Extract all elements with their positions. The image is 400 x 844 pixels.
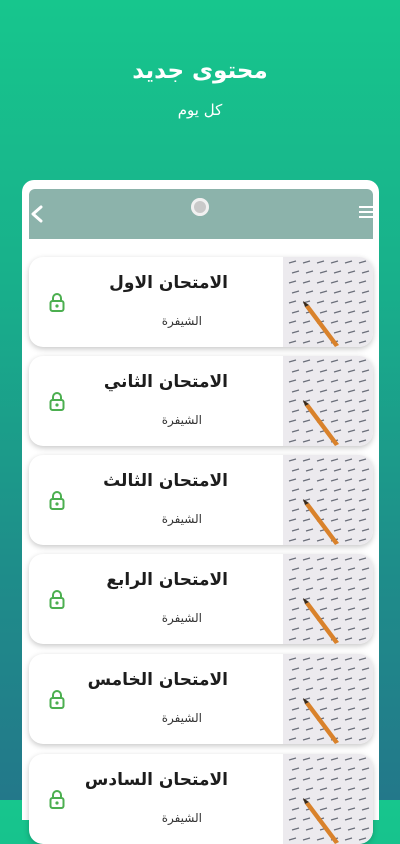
exam-thumbnail-image: [283, 455, 373, 545]
lock-icon[interactable]: [49, 789, 65, 809]
exam-code-label: الشيفرة: [161, 811, 202, 825]
exam-title: الامتحان الاول: [109, 273, 228, 293]
promo-headline: محتوى جديد: [132, 58, 268, 84]
exam-card[interactable]: الامتحان الخامس الشيفرة: [29, 654, 373, 744]
exam-card[interactable]: الامتحان الاول الشيفرة: [29, 257, 373, 347]
exam-card[interactable]: الامتحان الرابع الشيفرة: [29, 554, 373, 644]
exam-title: الامتحان الرابع: [106, 570, 228, 590]
exam-code-label: الشيفرة: [161, 314, 202, 328]
lock-icon[interactable]: [49, 589, 65, 609]
exam-code-label: الشيفرة: [161, 413, 202, 427]
exam-code-label: الشيفرة: [161, 512, 202, 526]
exam-code-label: الشيفرة: [161, 611, 202, 625]
exam-title: الامتحان الثالث: [103, 471, 228, 491]
exam-thumbnail-image: [283, 257, 373, 347]
lock-icon[interactable]: [49, 292, 65, 312]
exam-thumbnail-image: [283, 554, 373, 644]
exam-thumbnail-image: [283, 754, 373, 844]
exam-card[interactable]: الامتحان الثاني الشيفرة: [29, 356, 373, 446]
exam-card[interactable]: الامتحان السادس الشيفرة: [29, 754, 373, 844]
promo-subline: كل يوم: [177, 101, 223, 119]
exam-thumbnail-image: [283, 356, 373, 446]
exam-thumbnail-image: [283, 654, 373, 744]
lock-icon[interactable]: [49, 490, 65, 510]
hamburger-menu-icon[interactable]: [359, 206, 375, 218]
exam-card[interactable]: الامتحان الثالث الشيفرة: [29, 455, 373, 545]
exam-title: الامتحان السادس: [84, 770, 228, 790]
app-bar: [27, 189, 375, 239]
exam-code-label: الشيفرة: [161, 711, 202, 725]
exam-title: الامتحان الثاني: [103, 372, 228, 392]
lock-icon[interactable]: [49, 689, 65, 709]
chevron-left-icon[interactable]: [27, 202, 49, 226]
lock-icon[interactable]: [49, 391, 65, 411]
camera-icon: [191, 198, 209, 216]
exam-title: الامتحان الخامس: [87, 670, 228, 690]
